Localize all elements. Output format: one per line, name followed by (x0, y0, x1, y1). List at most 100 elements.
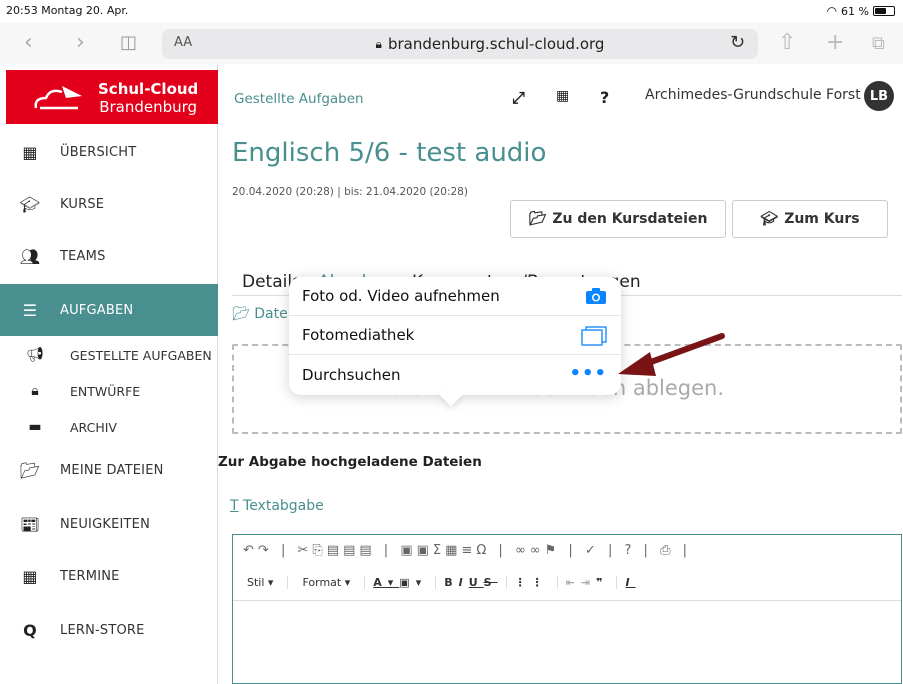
news-icon: 📰︎ (19, 514, 41, 534)
text-color-icon[interactable]: A▾ (373, 576, 399, 589)
sidebar-item-label: AUFGABEN (60, 302, 134, 318)
photo-library-option[interactable]: Fotomediathek (289, 316, 621, 355)
battery-indicator: ◠ 61 % (827, 4, 895, 18)
sidebar-item-aufgaben[interactable]: ☰ AUFGABEN (0, 284, 218, 336)
tasks-icon: ☰ (22, 300, 38, 320)
text-size-button[interactable]: AA (174, 35, 192, 50)
style-select[interactable]: Stil ▾ (247, 576, 273, 589)
text-icon: T (230, 498, 239, 514)
media-icon[interactable]: ▣ (417, 543, 433, 558)
folder-icon: 📂︎ (19, 460, 41, 480)
sidebar-subitem-entwuerfe[interactable]: 🔒︎ ENTWÜRFE (0, 374, 218, 408)
sidebar-item-meine-dateien[interactable]: 📂︎ MEINE DATEIEN (0, 444, 218, 496)
indent-icon[interactable]: ⇥ (581, 576, 596, 589)
help-icon[interactable]: ? (600, 88, 609, 107)
sidebar-item-kurse[interactable]: 🎓︎ KURSE (0, 178, 218, 230)
sidebar-item-label: KURSE (60, 196, 105, 212)
share-icon[interactable]: ⇧ (778, 30, 796, 55)
back-icon[interactable]: ‹ (24, 32, 33, 54)
browser-toolbar: ‹ › ◫ AA 🔒︎ brandenburg.schul-cloud.org … (0, 22, 903, 64)
forward-icon[interactable]: › (76, 32, 85, 54)
undo-icon[interactable]: ↶ (243, 543, 258, 558)
sidebar-item-label: TERMINE (60, 568, 120, 584)
remove-format-icon[interactable]: I (625, 576, 635, 589)
outdent-icon[interactable]: ⇤ (566, 576, 581, 589)
status-time: 20:53 Montag 20. Apr. (6, 4, 129, 17)
copy-icon[interactable]: ⎘ (312, 543, 326, 558)
sidebar-subitem-archiv[interactable]: ▬ ARCHIV (0, 410, 218, 444)
course-button[interactable]: 🎓︎ Zum Kurs (732, 200, 888, 238)
school-name[interactable]: Archimedes-Grundschule Forst (645, 87, 861, 103)
bold-icon[interactable]: B (444, 576, 458, 589)
team-icon: 👥︎ (19, 246, 41, 266)
redo-icon[interactable]: ↷ (258, 543, 273, 558)
sidebar-item-neuigkeiten[interactable]: 📰︎ NEUIGKEITEN (0, 498, 218, 550)
image-icon[interactable]: ▣ (400, 543, 416, 558)
wifi-icon: ◠ (826, 4, 838, 18)
page-title: Englisch 5/6 - test audio (232, 138, 547, 168)
unlink-icon[interactable]: ∞ (530, 543, 545, 558)
avatar[interactable]: LB (864, 81, 894, 111)
cut-icon[interactable]: ✂ (297, 543, 312, 558)
sidebar-item-uebersicht[interactable]: ▦ ÜBERSICHT (0, 126, 218, 178)
search-icon: Q (23, 620, 37, 640)
url-field[interactable]: 🔒︎ brandenburg.schul-cloud.org (210, 30, 770, 58)
photo-library-icon (581, 326, 607, 351)
camera-icon (585, 287, 607, 310)
breadcrumb[interactable]: Gestellte Aufgaben (234, 91, 364, 107)
bookmarks-icon[interactable]: ◫ (120, 32, 137, 54)
spellcheck-icon[interactable]: ✓ (585, 543, 600, 558)
sidebar-item-label: MEINE DATEIEN (60, 462, 164, 478)
take-photo-option[interactable]: Foto od. Video aufnehmen (289, 277, 621, 316)
task-dates: 20.04.2020 (20:28) | bis: 21.04.2020 (20… (232, 186, 468, 198)
link-icon[interactable]: ∞ (515, 543, 530, 558)
sidebar-item-teams[interactable]: 👥︎ TEAMS (0, 230, 218, 282)
italic-icon[interactable]: I (459, 576, 469, 589)
fullscreen-icon[interactable]: ⤢ (512, 88, 525, 108)
qr-code-icon[interactable]: ▦ (556, 88, 569, 104)
sidebar-item-lern-store[interactable]: Q LERN-STORE (0, 604, 218, 656)
formula-icon[interactable]: Σ (433, 543, 445, 558)
battery-percent: 61 % (841, 4, 869, 18)
blockquote-icon[interactable]: ❞ (596, 576, 608, 589)
sidebar: Schul-Cloud Brandenburg ▦ ÜBERSICHT 🎓︎ K… (0, 64, 218, 684)
paste-word-icon[interactable]: ▤ (359, 543, 375, 558)
tabs-icon[interactable]: ⧉ (872, 33, 885, 54)
sidebar-item-termine[interactable]: ▦ TERMINE (0, 550, 218, 602)
special-char-icon[interactable]: Ω (476, 543, 490, 558)
bg-color-icon[interactable]: ▣▾ (399, 576, 427, 589)
rich-text-editor[interactable]: ↶↷ | ✂⎘▤▤▤ | ▣▣Σ▦≡Ω | ∞∞⚑ | ✓ | ? | ⎙ | … (232, 534, 902, 684)
paste-text-icon[interactable]: ▤ (343, 543, 359, 558)
reload-icon[interactable]: ↻ (730, 32, 745, 53)
bullet-list-icon[interactable]: ⋮ (532, 576, 549, 589)
uploaded-files-heading: Zur Abgabe hochgeladene Dateien (218, 454, 482, 470)
underline-icon[interactable]: U (469, 576, 484, 589)
anchor-icon[interactable]: ⚑ (545, 543, 561, 558)
format-select[interactable]: Format ▾ (302, 576, 350, 589)
graduation-cap-icon: 🎓︎ (760, 211, 779, 227)
more-icon: ••• (569, 363, 607, 384)
sidebar-subitem-label: ARCHIV (70, 419, 117, 435)
about-icon[interactable]: ? (625, 543, 636, 558)
strike-icon[interactable]: S (484, 576, 498, 589)
paste-icon[interactable]: ▤ (327, 543, 343, 558)
new-tab-icon[interactable]: + (826, 30, 844, 55)
hr-icon[interactable]: ≡ (461, 543, 476, 558)
file-source-popover: Foto od. Video aufnehmen Fotomediathek D… (289, 277, 621, 407)
browse-option[interactable]: Durchsuchen ••• (289, 355, 621, 394)
print-icon[interactable]: ⎙ (660, 543, 674, 558)
sidebar-subitem-gestellte-aufgaben[interactable]: 📢︎ GESTELLTE AUFGABEN (0, 338, 218, 372)
annotation-arrow-icon (618, 333, 725, 376)
course-files-button[interactable]: 📂︎ Zu den Kursdateien (510, 200, 726, 238)
editor-toolbar-row2: Stil ▾ Format ▾ A▾▣▾ BIUS ⋮⋮ ⇤⇥❞ I (233, 565, 901, 601)
url-text: brandenburg.schul-cloud.org (387, 35, 605, 53)
lock-icon: 🔒︎ (375, 36, 382, 51)
table-icon[interactable]: ▦ (445, 543, 461, 558)
folder-icon: 📂︎ (232, 306, 250, 322)
numbered-list-icon[interactable]: ⋮ (515, 576, 532, 589)
brand-logo[interactable]: Schul-Cloud Brandenburg (6, 70, 218, 124)
graduation-cap-icon: 🎓︎ (19, 194, 41, 214)
calendar-icon: ▦ (22, 566, 38, 586)
text-submission-label: T Textabgabe (230, 498, 324, 514)
cloud-logo-icon (34, 86, 82, 110)
